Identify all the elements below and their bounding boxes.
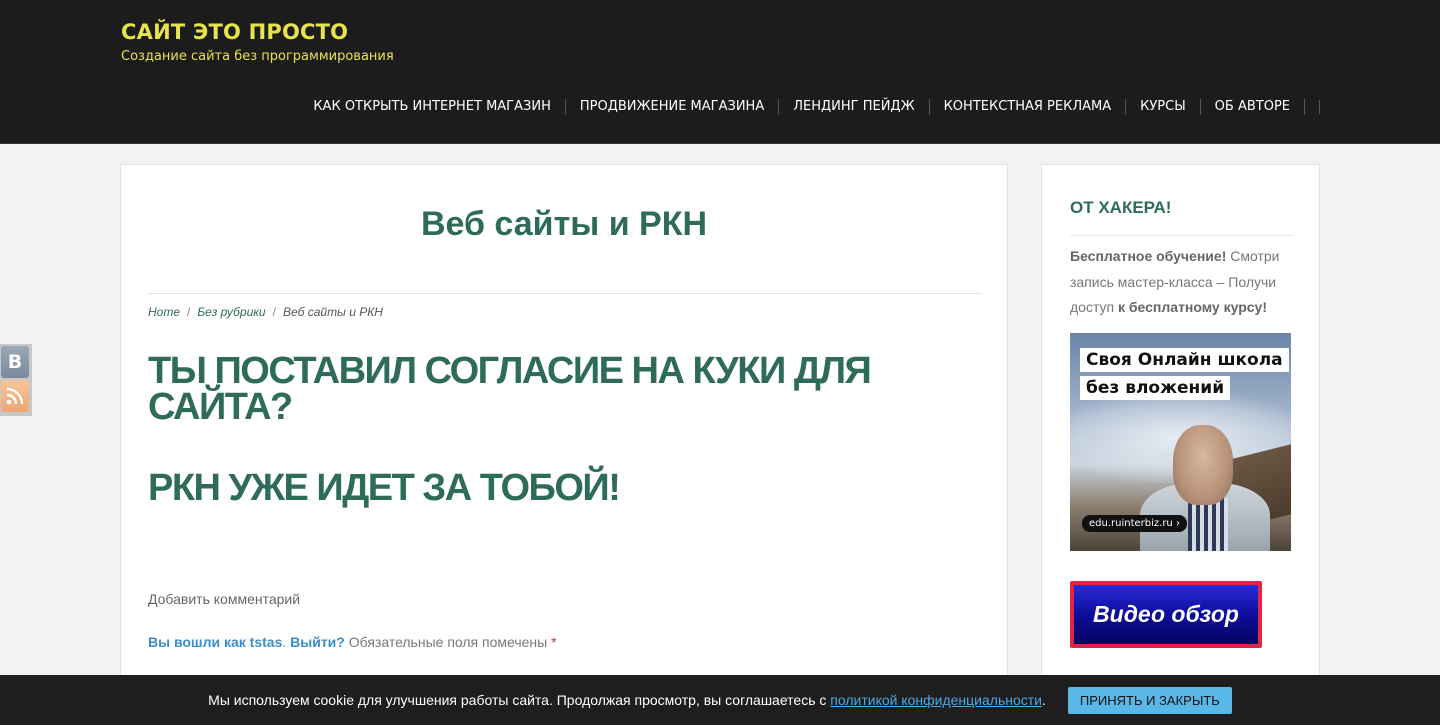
site-header: САЙТ ЭТО ПРОСТО Создание сайта без прогр… [0,0,1440,144]
site-tagline: Создание сайта без программирования [121,49,394,64]
nav-item-store-promotion[interactable]: ПРОДВИЖЕНИЕ МАГАЗИНА [566,99,780,115]
privacy-policy-link[interactable]: политикой конфиденциальности [830,692,1042,708]
social-share-bar: B [0,344,32,416]
nav-divider [1319,100,1320,114]
logged-in-as-link[interactable]: Вы вошли как tstas [148,634,282,650]
widget-text-bold-1: Бесплатное обучение! [1070,248,1227,264]
title-divider [148,293,982,294]
rss-icon[interactable] [1,380,29,412]
cookie-text-before: Мы используем cookie для улучшения работ… [208,692,831,708]
main-nav: КАК ОТКРЫТЬ ИНТЕРНЕТ МАГАЗИН ПРОДВИЖЕНИЕ… [313,99,1320,115]
nav-item-landing-page[interactable]: ЛЕНДИНГ ПЕЙДЖ [779,99,930,115]
logout-link[interactable]: Выйти? [290,634,345,650]
nav-item-online-store[interactable]: КАК ОТКРЫТЬ ИНТЕРНЕТ МАГАЗИН [313,99,566,115]
logged-in-notice: Вы вошли как tstas. Выйти? Обязательные … [148,634,557,650]
cookie-banner: Мы используем cookie для улучшения работ… [0,675,1440,725]
sidebar-widget: ОТ ХАКЕРА! Бесплатное обучение! Смотри з… [1041,164,1320,684]
site-title[interactable]: САЙТ ЭТО ПРОСТО [121,20,348,44]
rss-glyph [6,387,24,405]
breadcrumb-separator: / [187,305,191,319]
breadcrumb: Home / Без рубрики / Веб сайты и РКН [148,305,383,319]
required-note: Обязательные поля помечены [348,634,548,650]
comment-heading: Добавить комментарий [148,591,301,607]
page-title: Веб сайты и РКН [420,205,708,243]
required-mark: * [551,634,557,650]
nav-item-context-ads[interactable]: КОНТЕКСТНАЯ РЕКЛАМА [930,99,1127,115]
widget-title: ОТ ХАКЕРА! [1070,198,1172,217]
nav-item-about-author[interactable]: ОБ АВТОРЕ [1201,99,1305,115]
video-review-button[interactable]: Видео обзор [1070,581,1262,648]
vk-icon[interactable]: B [1,346,29,378]
promo-person-head [1173,425,1233,505]
promo-caption-line-2: без вложений [1080,376,1231,400]
promo-caption-line-1: Своя Онлайн школа [1080,348,1289,372]
promo-person-shirt [1188,498,1228,551]
breadcrumb-category[interactable]: Без рубрики [197,305,265,319]
cookie-text: Мы используем cookie для улучшения работ… [208,692,1046,708]
video-review-label: Видео обзор [1093,601,1239,627]
vk-letter: B [7,351,23,373]
nav-item-courses[interactable]: КУРСЫ [1126,99,1201,115]
promo-url-badge: edu.ruinterbiz.ru › [1082,515,1187,532]
article-headline-1: ТЫ ПОСТАВИЛ СОГЛАСИЕ НА КУКИ ДЛЯ САЙТА? [148,350,872,428]
widget-divider [1070,235,1293,236]
cookie-accept-button[interactable]: ПРИНЯТЬ И ЗАКРЫТЬ [1067,686,1232,714]
breadcrumb-home[interactable]: Home [148,305,180,319]
widget-text-bold-2[interactable]: к бесплатному курсу! [1118,299,1267,315]
article-headline-2: РКН УЖЕ ИДЕТ ЗА ТОБОЙ! [148,467,621,509]
breadcrumb-current: Веб сайты и РКН [282,305,383,319]
widget-text: Бесплатное обучение! Смотри запись масте… [1070,244,1295,321]
promo-banner[interactable]: Своя Онлайн школа без вложений edu.ruint… [1070,333,1291,551]
breadcrumb-separator: / [272,305,276,319]
cookie-text-after: . [1042,692,1046,708]
article-card: Веб сайты и РКН Home / Без рубрики / Веб сай… [120,164,1008,684]
